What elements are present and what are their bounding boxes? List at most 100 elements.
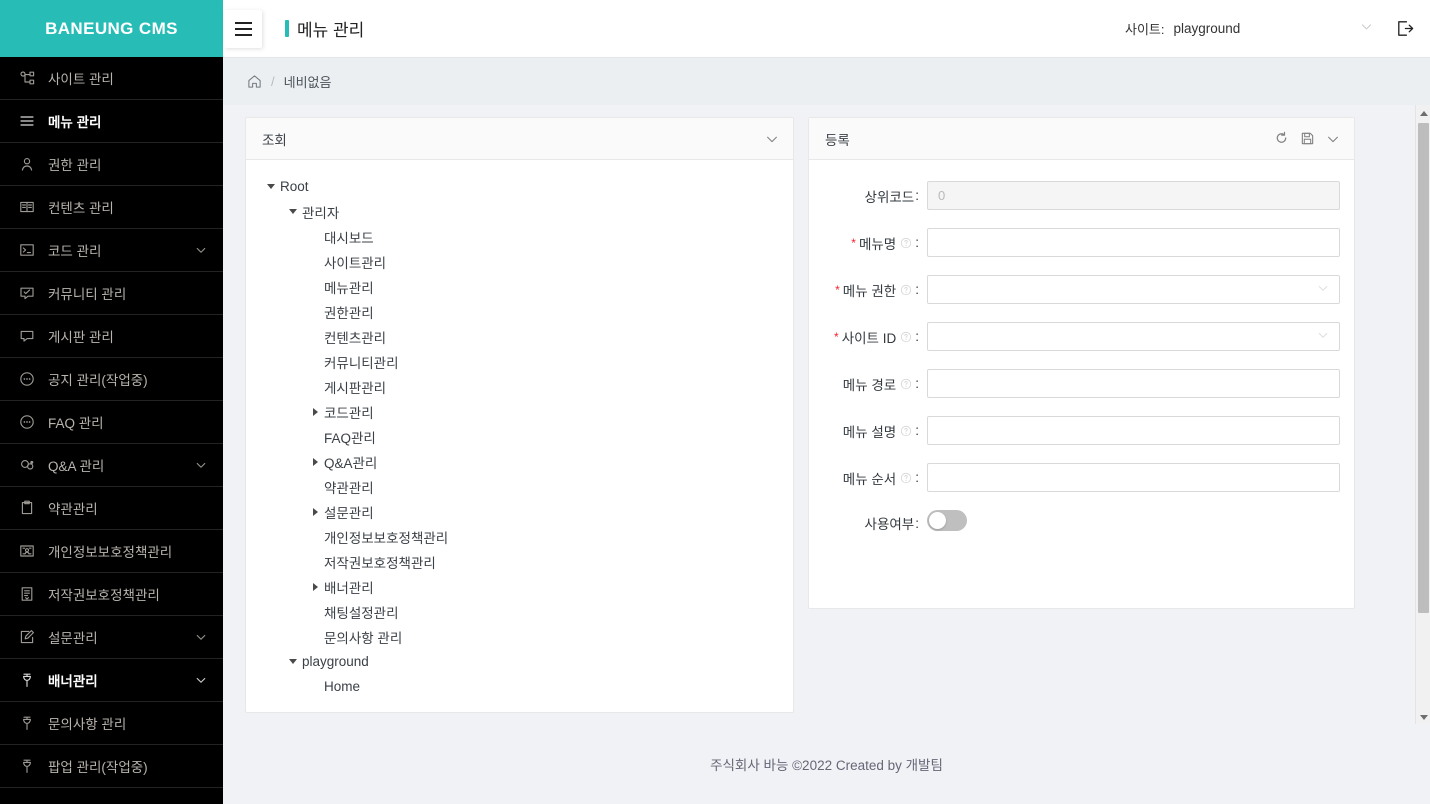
sidebar-item-5[interactable]: 코드 관리	[0, 229, 223, 272]
menu-tree: Root 관리자 대시보드사이트관리메뉴관리 권한관리 컨텐츠관리커뮤니티관리게시판관리…	[246, 160, 793, 712]
breadcrumb: / 네비없음	[223, 57, 1430, 105]
sidebar-item-1[interactable]: 사이트 관리	[0, 57, 223, 100]
save-icon[interactable]	[1300, 131, 1315, 146]
pin-icon	[18, 757, 36, 775]
tree-node[interactable]: 사이트관리	[262, 249, 793, 274]
required-marker: *	[834, 329, 839, 344]
scroll-down-arrow[interactable]	[1416, 709, 1430, 724]
form-select[interactable]	[927, 322, 1340, 351]
sidebar: BANEUNG CMS 사이트 관리 메뉴 관리 권한 관리 컨텐츠 관리 코드 관리 커…	[0, 0, 223, 804]
use-toggle-switch[interactable]	[927, 510, 967, 531]
sidebar-item-11[interactable]: 약관관리	[0, 487, 223, 530]
chevron-down-icon[interactable]	[195, 459, 207, 471]
help-icon[interactable]	[900, 284, 912, 296]
tree-node-label: 사이트관리	[324, 255, 387, 271]
sidebar-item-7[interactable]: 게시판 관리	[0, 315, 223, 358]
help-icon[interactable]	[900, 237, 912, 249]
tree-node[interactable]: 개인정보보호정책관리	[262, 524, 793, 549]
caret-down-icon[interactable]	[284, 209, 302, 214]
tree-node[interactable]: 채팅설정관리	[262, 599, 793, 624]
sidebar-item-17[interactable]: 팝업 관리(작업중)	[0, 745, 223, 788]
tree-node[interactable]: FAQ관리	[262, 424, 793, 449]
tree-node[interactable]: 코드관리	[262, 399, 793, 424]
form-input[interactable]	[927, 463, 1340, 492]
chevron-down-icon[interactable]	[195, 244, 207, 256]
sidebar-item-14[interactable]: 설문관리	[0, 616, 223, 659]
sidebar-item-15[interactable]: 배너관리	[0, 659, 223, 702]
tree-node[interactable]: 배너관리	[262, 574, 793, 599]
scrollbar-thumb[interactable]	[1418, 123, 1429, 613]
label-colon: :	[915, 376, 919, 391]
chevron-down-icon[interactable]	[1326, 132, 1340, 146]
tree-node[interactable]: 약관관리	[262, 474, 793, 499]
tree-node[interactable]: 관리자	[262, 199, 793, 224]
home-icon[interactable]	[247, 74, 262, 89]
toggle-knob	[929, 512, 946, 529]
caret-right-icon[interactable]	[306, 457, 324, 466]
sidebar-item-8[interactable]: 공지 관리(작업중)	[0, 358, 223, 401]
hamburger-icon[interactable]	[224, 9, 262, 48]
caret-right-icon[interactable]	[306, 407, 324, 416]
form-field-label: 사용여부:	[809, 513, 919, 533]
form-row: * 메뉴명:	[809, 228, 1340, 257]
tree-node[interactable]: 설문관리	[262, 499, 793, 524]
chevron-down-icon[interactable]	[195, 674, 207, 686]
tree-node[interactable]: Q&A관리	[262, 449, 793, 474]
sidebar-item-3[interactable]: 권한 관리	[0, 143, 223, 186]
reset-icon[interactable]	[1274, 131, 1289, 146]
scroll-up-arrow[interactable]	[1416, 105, 1430, 121]
caret-right-icon[interactable]	[306, 507, 324, 516]
tree-node-label: 약관관리	[324, 480, 374, 496]
help-icon[interactable]	[900, 331, 912, 343]
sidebar-item-2[interactable]: 메뉴 관리	[0, 100, 223, 143]
site-selector[interactable]: 사이트: playground	[1125, 19, 1373, 38]
page-title: 메뉴 관리	[297, 21, 365, 40]
tree-node[interactable]: playground	[262, 649, 793, 674]
tree-node[interactable]: 문의사항 관리	[262, 624, 793, 649]
tree-node[interactable]: Home	[262, 674, 793, 699]
help-icon[interactable]	[900, 425, 912, 437]
tree-node[interactable]: 저작권보호정책관리	[262, 549, 793, 574]
tree-node-label: 커뮤니티관리	[324, 355, 399, 371]
caret-right-icon[interactable]	[306, 582, 324, 591]
sidebar-item-10[interactable]: Q&A 관리	[0, 444, 223, 487]
pin-icon	[18, 671, 36, 689]
logout-icon[interactable]	[1395, 19, 1414, 38]
tree-node[interactable]: 권한관리	[262, 299, 793, 324]
form-input[interactable]	[927, 416, 1340, 445]
sidebar-item-12[interactable]: 개인정보보호정책관리	[0, 530, 223, 573]
caret-down-icon[interactable]	[284, 659, 302, 664]
tree-node[interactable]: 게시판관리	[262, 374, 793, 399]
brand-bar: BANEUNG CMS	[0, 0, 223, 57]
sidebar-item-4[interactable]: 컨텐츠 관리	[0, 186, 223, 229]
tree-node[interactable]: 대시보드	[262, 224, 793, 249]
tree-node[interactable]: 컨텐츠관리	[262, 324, 793, 349]
breadcrumb-current: 네비없음	[283, 75, 332, 90]
sidebar-item-16[interactable]: 문의사항 관리	[0, 702, 223, 745]
form-select[interactable]	[927, 275, 1340, 304]
form-row: 메뉴 설명:	[809, 416, 1340, 445]
sidebar-item-9[interactable]: FAQ 관리	[0, 401, 223, 444]
tree-node-label: 코드관리	[324, 405, 374, 421]
content-scrollbar[interactable]	[1415, 105, 1430, 724]
help-icon[interactable]	[900, 378, 912, 390]
menu-lines-icon	[18, 112, 36, 130]
form-input[interactable]	[927, 369, 1340, 398]
tree-node[interactable]: Root	[262, 174, 793, 199]
sidebar-item-6[interactable]: 커뮤니티 관리	[0, 272, 223, 315]
form-input[interactable]	[927, 228, 1340, 257]
title-accent-bar	[285, 20, 289, 37]
sidebar-item-13[interactable]: 저작권보호정책관리	[0, 573, 223, 616]
hamburger-line	[234, 21, 252, 24]
form-field-label: 메뉴 설명:	[809, 421, 919, 441]
caret-down-icon[interactable]	[262, 184, 280, 189]
form-field-label-text: 메뉴명	[858, 236, 897, 252]
form-field-control	[927, 322, 1340, 351]
label-colon: :	[915, 282, 919, 297]
chevron-down-icon[interactable]	[195, 631, 207, 643]
help-icon[interactable]	[900, 472, 912, 484]
search-tree-panel: 조회 Root 관리자 대시보드 사이트관리 메뉴관리 권한관리 컨텐츠관리 커뮤니티관리 게시…	[245, 117, 794, 713]
chevron-down-icon[interactable]	[765, 132, 779, 146]
tree-node[interactable]: 메뉴관리	[262, 274, 793, 299]
tree-node[interactable]: 커뮤니티관리	[262, 349, 793, 374]
